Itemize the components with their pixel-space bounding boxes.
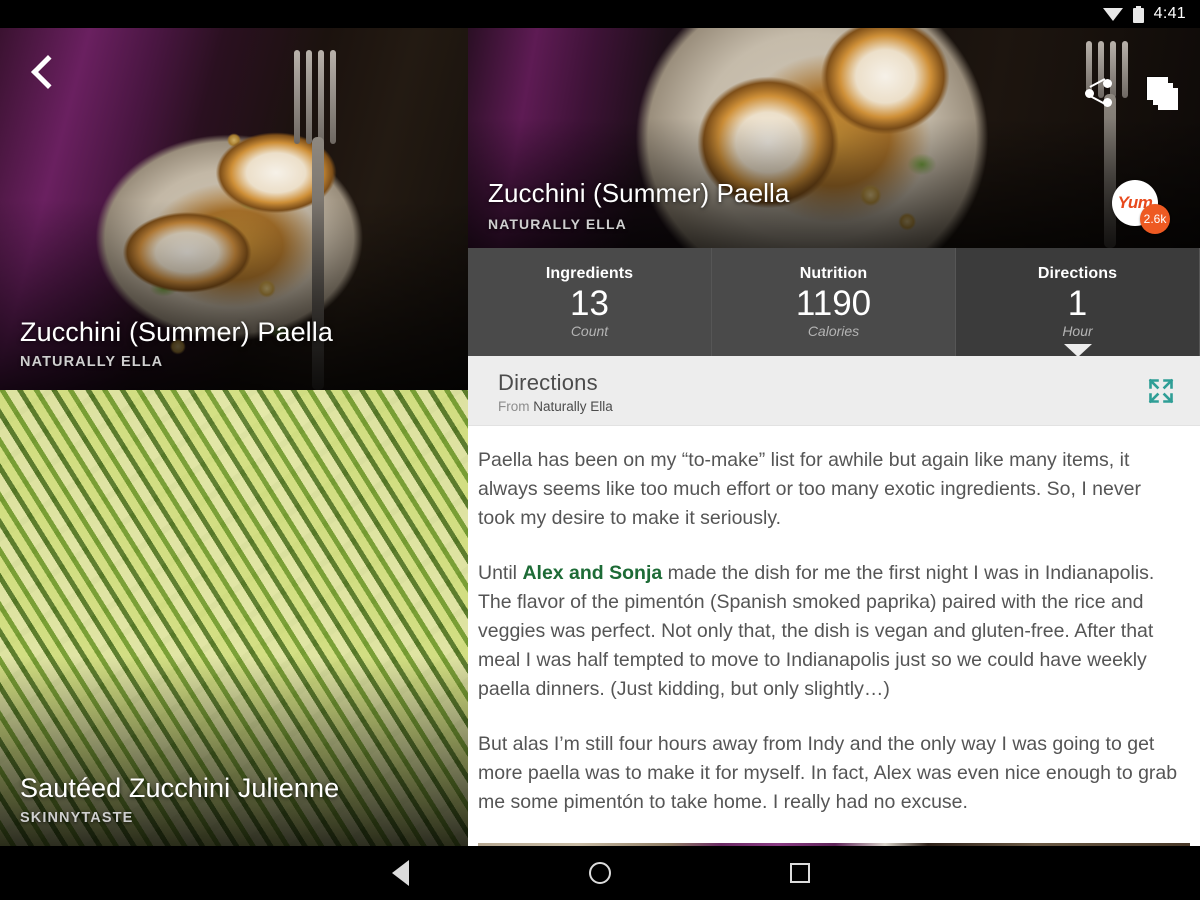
nav-recents-icon [790, 863, 810, 883]
inline-link[interactable]: Alex and Sonja [522, 562, 662, 584]
tab-label: Directions [1037, 264, 1118, 282]
list-item-source: SKINNYTASTE [20, 810, 134, 826]
tab-value: 1 [1067, 283, 1088, 323]
section-subtitle: From Naturally Ella [498, 399, 1180, 414]
list-item[interactable]: Sautéed Zucchini Julienne SKINNYTASTE [0, 390, 468, 846]
app-root: 4:41 Zucchini (Summer) Paella NATURALLY … [0, 0, 1200, 900]
yum-count-badge: 2.6k [1140, 204, 1170, 234]
yum-button-group[interactable]: Yum 2.6k [1112, 180, 1170, 234]
list-item-title: Sautéed Zucchini Julienne [20, 772, 340, 803]
stats-tab-bar: Ingredients 13 Count Nutrition 1190 Calo… [468, 248, 1200, 357]
nav-back-button[interactable] [300, 860, 500, 886]
nav-home-icon [589, 862, 611, 884]
hero-text: Zucchini (Summer) Paella NATURALLY ELLA [488, 178, 790, 232]
tab-unit: Count [570, 323, 609, 340]
tab-value: 13 [570, 283, 609, 323]
from-prefix: From [498, 399, 530, 414]
battery-icon [1132, 5, 1144, 23]
paragraph: Until Alex and Sonja made the dish for m… [478, 559, 1178, 704]
back-chevron-icon[interactable] [28, 56, 58, 86]
directions-body: Paella has been on my “to-make” list for… [468, 426, 1200, 846]
android-nav-bar [0, 846, 1200, 900]
tab-ingredients[interactable]: Ingredients 13 Count [468, 248, 712, 356]
tab-label: Nutrition [799, 264, 868, 282]
directions-header: Directions From Naturally Ella [468, 356, 1200, 426]
wifi-icon [1102, 7, 1123, 21]
nav-recents-button[interactable] [700, 863, 900, 883]
paragraph-text: Until [478, 562, 523, 584]
list-item-text: Sautéed Zucchini Julienne SKINNYTASTE [20, 773, 448, 826]
nav-home-button[interactable] [500, 862, 700, 884]
tab-unit: Calories [807, 323, 860, 340]
recipe-list-sidebar[interactable]: Zucchini (Summer) Paella NATURALLY ELLA … [0, 28, 468, 846]
list-item-title: Zucchini (Summer) Paella [20, 316, 333, 347]
list-item-text: Zucchini (Summer) Paella NATURALLY ELLA [20, 317, 448, 370]
tab-unit: Hour [1062, 323, 1093, 340]
expand-fullscreen-icon[interactable] [1144, 374, 1178, 408]
nav-back-icon [391, 860, 409, 886]
list-item[interactable]: Zucchini (Summer) Paella NATURALLY ELLA [0, 28, 468, 390]
stack-cards-icon[interactable] [1144, 76, 1178, 110]
paragraph: But alas I’m still four hours away from … [478, 730, 1178, 817]
hero-action-bar [1084, 76, 1178, 110]
tab-nutrition[interactable]: Nutrition 1190 Calories [712, 248, 956, 356]
tab-directions[interactable]: Directions 1 Hour [956, 248, 1200, 356]
recipe-source: NATURALLY ELLA [488, 216, 627, 232]
page-title: Zucchini (Summer) Paella [488, 178, 790, 208]
status-clock: 4:41 [1153, 5, 1186, 22]
paragraph: Paella has been on my “to-make” list for… [478, 446, 1178, 533]
from-source: Naturally Ella [533, 399, 613, 414]
paragraph-text: Paella has been on my “to-make” list for… [478, 449, 1141, 529]
section-title: Directions [498, 370, 598, 395]
tab-value: 1190 [795, 283, 872, 323]
paragraph-text: But alas I’m still four hours away from … [478, 733, 1178, 813]
list-item-source: NATURALLY ELLA [20, 354, 164, 370]
hero-header: Zucchini (Summer) Paella NATURALLY ELLA … [468, 28, 1200, 248]
recipe-detail-pane: Zucchini (Summer) Paella NATURALLY ELLA … [468, 28, 1200, 846]
status-bar: 4:41 [0, 0, 1200, 28]
tab-label: Ingredients [545, 264, 634, 282]
share-icon[interactable] [1084, 78, 1114, 108]
